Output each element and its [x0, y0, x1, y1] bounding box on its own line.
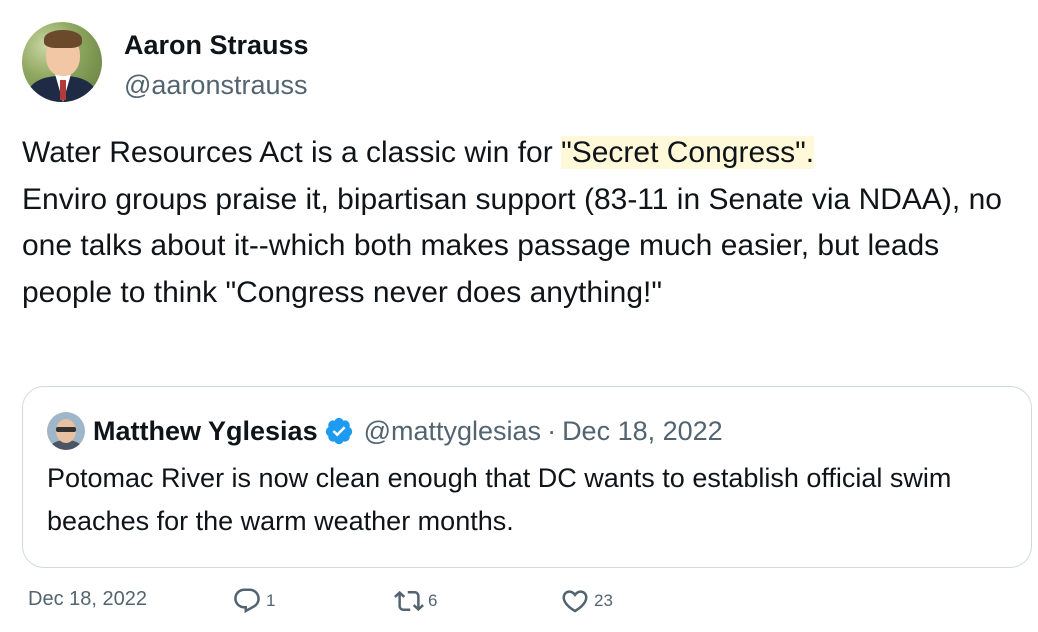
tweet-date[interactable]: Dec 18, 2022: [28, 588, 147, 611]
tweet-footer: Dec 18, 2022 1 6 23: [28, 586, 1008, 616]
quoted-tweet-header: Matthew Yglesias @mattyglesias · Dec 18,…: [47, 412, 723, 450]
quoted-author-avatar[interactable]: [47, 412, 85, 450]
author-avatar[interactable]: [22, 22, 102, 102]
verified-badge-icon: [325, 417, 352, 445]
quoted-author-display-name[interactable]: Matthew Yglesias: [93, 416, 318, 447]
like-button[interactable]: 23: [560, 586, 613, 616]
tweet-text-part: Water Resources Act is a classic win for: [22, 136, 562, 169]
author-names: Aaron Strauss @aaronstrauss: [124, 28, 309, 102]
like-count: 23: [594, 591, 613, 610]
tweet-text: Water Resources Act is a classic win for…: [22, 130, 1022, 316]
retweet-button[interactable]: 6: [394, 586, 437, 616]
retweet-icon: [394, 590, 424, 612]
retweet-count: 6: [428, 591, 438, 610]
author-display-name[interactable]: Aaron Strauss: [124, 28, 309, 62]
separator-dot: ·: [547, 415, 557, 446]
tweet-card: Aaron Strauss @aaronstrauss Water Resour…: [0, 0, 1038, 632]
tweet-header: Aaron Strauss @aaronstrauss: [22, 22, 309, 102]
reply-button[interactable]: 1: [232, 586, 275, 616]
quoted-tweet-date[interactable]: Dec 18, 2022: [562, 416, 723, 447]
quoted-tweet[interactable]: Matthew Yglesias @mattyglesias · Dec 18,…: [22, 386, 1032, 568]
heart-icon: [562, 590, 588, 613]
tweet-text-part: Enviro groups praise it, bipartisan supp…: [22, 182, 1002, 309]
reply-icon: [234, 588, 260, 614]
quoted-author-handle[interactable]: @mattyglesias: [364, 416, 541, 447]
author-handle[interactable]: @aaronstrauss: [124, 68, 309, 102]
reply-count: 1: [266, 591, 276, 610]
quoted-tweet-text: Potomac River is now clean enough that D…: [47, 463, 952, 536]
highlighted-text: "Secret Congress".: [561, 136, 815, 169]
